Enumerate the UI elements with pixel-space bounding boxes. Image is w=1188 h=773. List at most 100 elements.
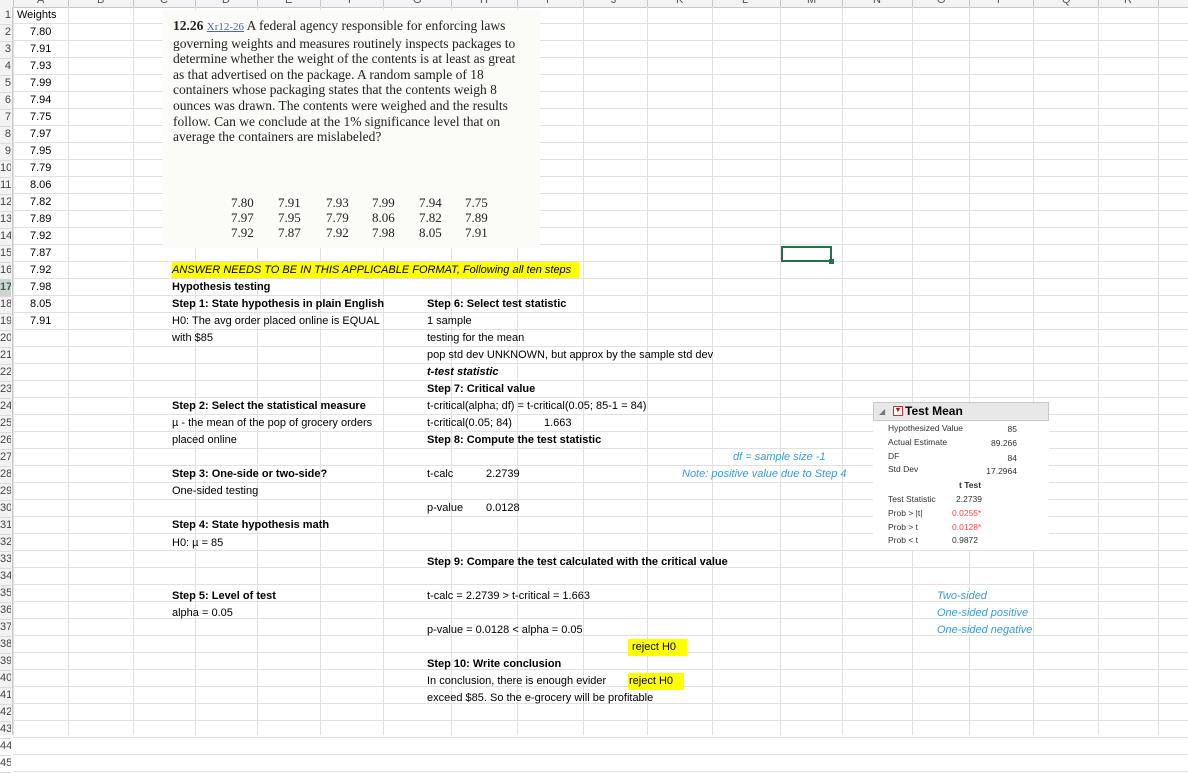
step6-line3[interactable]: pop std dev UNKNOWN, but approx by the s… xyxy=(427,347,713,364)
row-header[interactable]: 44 xyxy=(0,738,11,756)
column-divider[interactable] xyxy=(383,0,384,7)
column-header[interactable]: D xyxy=(222,0,230,6)
tcalc-value[interactable]: 2.2739 xyxy=(486,466,520,483)
step10-line2[interactable]: exceed $85. So the e-grocery will be pro… xyxy=(427,690,653,707)
weight-value-cell[interactable]: 8.05 xyxy=(30,296,51,313)
row-header[interactable]: 11 xyxy=(0,177,11,195)
weight-value-cell[interactable]: 7.75 xyxy=(30,109,51,126)
row-header[interactable]: 45 xyxy=(0,755,11,773)
weight-value-cell[interactable]: 7.79 xyxy=(30,160,51,177)
row-header[interactable]: 24 xyxy=(0,398,11,416)
step7-title[interactable]: Step 7: Critical value xyxy=(427,381,535,398)
column-header[interactable]: I xyxy=(546,0,549,6)
row-header[interactable]: 35 xyxy=(0,585,11,603)
column-header[interactable]: K xyxy=(676,0,683,6)
row-header[interactable]: 32 xyxy=(0,534,11,552)
row-header[interactable]: 12 xyxy=(0,194,11,212)
step6-line4[interactable]: t-test statistic xyxy=(427,364,499,381)
weight-value-cell[interactable]: 7.92 xyxy=(30,228,51,245)
column-header[interactable]: M xyxy=(807,0,816,6)
column-header[interactable]: B xyxy=(97,0,104,6)
step5-title[interactable]: Step 5: Level of test xyxy=(172,588,276,605)
column-header[interactable]: O xyxy=(937,0,946,6)
row-header[interactable]: 20 xyxy=(0,330,11,348)
step6-line2[interactable]: testing for the mean xyxy=(427,330,524,347)
step7-line2[interactable]: t-critical(0.05; 84) xyxy=(427,415,512,432)
row-header[interactable]: 41 xyxy=(0,687,11,705)
column-header[interactable]: H xyxy=(480,0,488,6)
row-header[interactable]: 40 xyxy=(0,670,11,688)
column-header[interactable]: E xyxy=(285,0,292,6)
column-divider[interactable] xyxy=(647,0,648,7)
step4-title[interactable]: Step 4: State hypothesis math xyxy=(172,517,329,534)
step1-line2[interactable]: with $85 xyxy=(172,330,213,347)
weight-value-cell[interactable]: 7.95 xyxy=(30,143,51,160)
row-header[interactable]: 28 xyxy=(0,466,11,484)
row-header[interactable]: 26 xyxy=(0,432,11,450)
weight-value-cell[interactable]: 7.82 xyxy=(30,194,51,211)
step5-line1[interactable]: alpha = 0.05 xyxy=(172,605,233,622)
reject-h0-cell[interactable]: reject H0 xyxy=(628,639,687,656)
step1-title[interactable]: Step 1: State hypothesis in plain Englis… xyxy=(172,296,384,313)
column-divider[interactable] xyxy=(712,0,713,7)
weight-value-cell[interactable]: 7.98 xyxy=(30,279,51,296)
row-header[interactable]: 38 xyxy=(0,636,11,654)
row-header[interactable]: 36 xyxy=(0,602,11,620)
column-a-header[interactable]: Weights xyxy=(17,7,57,24)
column-divider[interactable] xyxy=(842,0,843,7)
step3-title[interactable]: Step 3: One-side or two-side? xyxy=(172,466,327,483)
column-divider[interactable] xyxy=(320,0,321,7)
step2-line2[interactable]: placed online xyxy=(172,432,237,449)
row-header[interactable]: 9 xyxy=(0,143,11,161)
weight-value-cell[interactable]: 7.91 xyxy=(30,41,51,58)
step6-line1[interactable]: 1 sample xyxy=(427,313,472,330)
column-header[interactable]: N xyxy=(873,0,881,6)
weight-value-cell[interactable]: 7.91 xyxy=(30,313,51,330)
row-header[interactable]: 16 xyxy=(0,262,11,280)
column-header[interactable]: L xyxy=(742,0,748,6)
weight-value-cell[interactable]: 7.92 xyxy=(30,262,51,279)
row-header[interactable]: 4 xyxy=(0,58,11,76)
column-divider[interactable] xyxy=(1158,0,1159,7)
step3-line1[interactable]: One-sided testing xyxy=(172,483,258,500)
row-header[interactable]: 23 xyxy=(0,381,11,399)
label-one-sided-positive[interactable]: One-sided positive xyxy=(937,605,1028,622)
row-header[interactable]: 31 xyxy=(0,517,11,535)
column-header[interactable]: R xyxy=(1124,0,1132,6)
row-header[interactable]: 27 xyxy=(0,449,11,467)
column-divider[interactable] xyxy=(517,0,518,7)
reject-h0-conclusion[interactable]: reject H0 xyxy=(628,673,684,690)
weight-value-cell[interactable]: 7.99 xyxy=(30,75,51,92)
column-divider[interactable] xyxy=(133,0,134,7)
column-divider[interactable] xyxy=(68,0,69,7)
column-header[interactable]: C xyxy=(160,0,168,6)
label-one-sided-negative[interactable]: One-sided negative xyxy=(937,622,1032,639)
row-header[interactable]: 2 xyxy=(0,24,11,42)
column-divider[interactable] xyxy=(451,0,452,7)
row-header[interactable]: 21 xyxy=(0,347,11,365)
row-header[interactable]: 6 xyxy=(0,92,11,110)
selected-cell[interactable] xyxy=(781,246,832,262)
df-note[interactable]: df = sample size -1 xyxy=(733,449,826,466)
step2-title[interactable]: Step 2: Select the statistical measure xyxy=(172,398,366,415)
step6-title[interactable]: Step 6: Select test statistic xyxy=(427,296,566,313)
row-header[interactable]: 34 xyxy=(0,568,11,586)
weight-value-cell[interactable]: 7.97 xyxy=(30,126,51,143)
row-header[interactable]: 14 xyxy=(0,228,11,246)
row-header[interactable]: 15 xyxy=(0,245,11,263)
column-divider[interactable] xyxy=(195,0,196,7)
weight-value-cell[interactable]: 8.06 xyxy=(30,177,51,194)
column-header[interactable]: G xyxy=(413,0,422,6)
step10-title[interactable]: Step 10: Write conclusion xyxy=(427,656,561,673)
column-divider[interactable] xyxy=(969,0,970,7)
row-header[interactable]: 29 xyxy=(0,483,11,501)
weight-value-cell[interactable]: 7.80 xyxy=(30,24,51,41)
heading-hypothesis-testing[interactable]: Hypothesis testing xyxy=(172,279,270,296)
row-header[interactable]: 19 xyxy=(0,313,11,331)
column-divider[interactable] xyxy=(257,0,258,7)
row-header[interactable]: 43 xyxy=(0,721,11,739)
pvalue-value[interactable]: 0.0128 xyxy=(486,500,520,517)
column-divider[interactable] xyxy=(912,0,913,7)
pvalue-label[interactable]: p-value xyxy=(427,500,463,517)
row-header[interactable]: 18 xyxy=(0,296,11,314)
